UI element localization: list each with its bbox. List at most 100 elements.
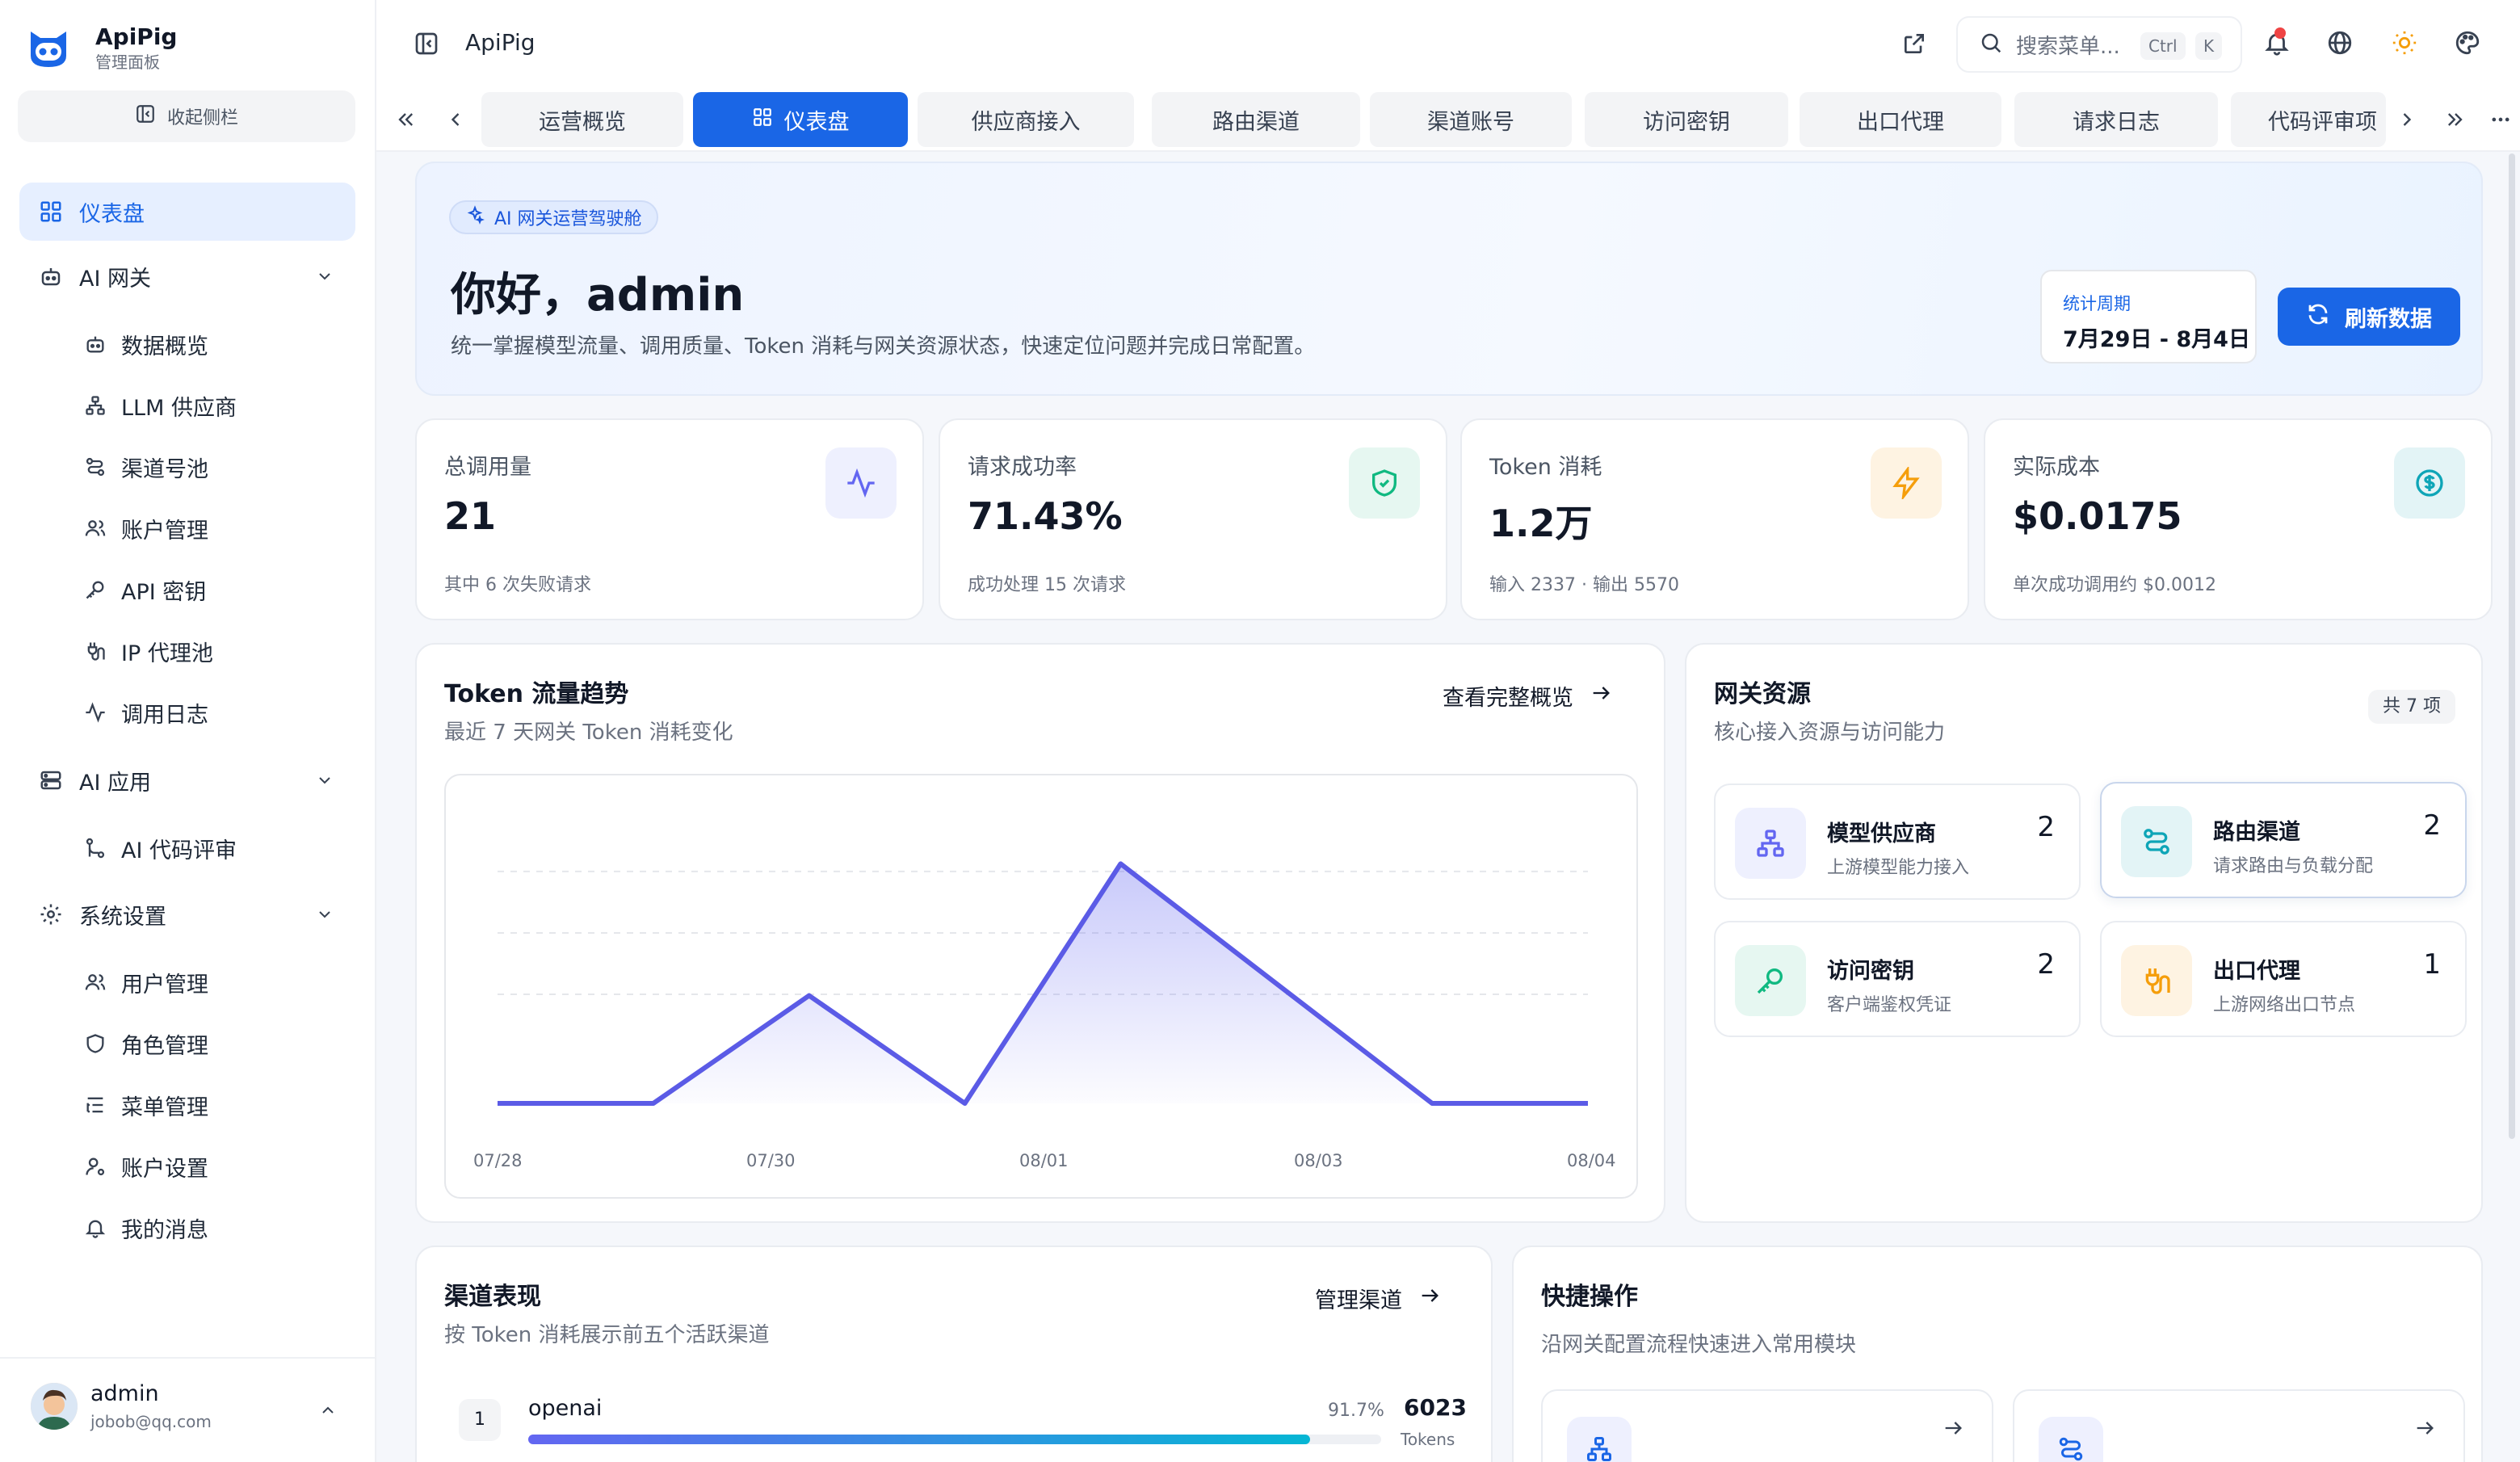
tabs-next-icon[interactable]	[2396, 108, 2418, 137]
sidebar: ApiPig 管理面板 收起侧栏 仪表盘 AI 网关 数据概览 LLM 供应商 …	[0, 0, 376, 1462]
sidebar-item-label: AI 代码评审	[121, 838, 237, 863]
refresh-icon	[2306, 302, 2330, 332]
tab-label: 渠道账号	[1427, 109, 1514, 135]
sidebar-item-account-settings[interactable]: 账户设置	[66, 1137, 355, 1195]
resource-name: 访问密钥	[1827, 959, 1914, 984]
token-trend-card: Token 流量趋势 最近 7 天网关 Token 消耗变化 查看完整概览 07…	[415, 643, 1665, 1223]
resource-desc: 客户端鉴权凭证	[1827, 995, 1952, 1015]
sidebar-item-role-management[interactable]: 角色管理	[66, 1015, 355, 1073]
table-row[interactable]: 1 openai 91.7% 6023 Tokens	[417, 1393, 1494, 1462]
tab-channel-accounts[interactable]: 渠道账号	[1370, 92, 1572, 147]
tab-provider-access[interactable]: 供应商接入	[918, 92, 1134, 147]
resource-access-keys[interactable]: 访问密钥 客户端鉴权凭证 2	[1714, 921, 2081, 1037]
stat-card-token-usage: Token 消耗 1.2万 输入 2337 · 输出 5570	[1460, 418, 1969, 620]
stat-value: 71.43%	[968, 494, 1123, 538]
collapse-sidebar-button[interactable]: 收起侧栏	[18, 90, 355, 142]
sidebar-item-my-messages[interactable]: 我的消息	[66, 1199, 355, 1257]
chart-x-tick-label: 07/28	[473, 1151, 523, 1170]
stat-card-success-rate: 请求成功率 71.43% 成功处理 15 次请求	[939, 418, 1447, 620]
tab-label: 运营概览	[539, 109, 626, 135]
sidebar-item-call-logs[interactable]: 调用日志	[66, 683, 355, 742]
resource-desc: 上游模型能力接入	[1827, 858, 1970, 878]
sidebar-group-ai-gateway[interactable]: AI 网关	[19, 247, 355, 305]
channel-tokens-unit: Tokens	[1401, 1430, 1455, 1449]
card-subtitle: 沿网关配置流程快速进入常用模块	[1541, 1333, 1857, 1357]
welcome-banner: AI 网关运营驾驶舱 你好，admin 统一掌握模型流量、调用质量、Token …	[415, 162, 2483, 396]
sidebar-item-label: 系统设置	[79, 904, 166, 930]
sidebar-item-label: 角色管理	[121, 1033, 208, 1059]
tabs-last-icon[interactable]	[2444, 108, 2467, 137]
tab-label: 代码评审项	[2268, 109, 2377, 135]
globe-icon[interactable]	[2326, 29, 2354, 60]
palette-icon[interactable]	[2454, 29, 2481, 60]
stat-sub: 其中 6 次失败请求	[444, 575, 591, 595]
chart-x-tick-label: 07/30	[746, 1151, 796, 1170]
user-profile[interactable]: admin jobob@qq.com	[0, 1357, 376, 1462]
sidebar-item-dashboard[interactable]: 仪表盘	[19, 183, 355, 241]
resource-routing-channels[interactable]: 路由渠道 请求路由与负载分配 2	[2100, 782, 2467, 898]
network-icon	[82, 393, 108, 418]
sun-icon[interactable]	[2391, 29, 2418, 60]
collapse-sidebar-label: 收起侧栏	[166, 108, 238, 128]
sidebar-item-llm-provider[interactable]: LLM 供应商	[66, 376, 355, 435]
tab-label: 请求日志	[2073, 109, 2160, 135]
cockpit-badge: AI 网关运营驾驶舱	[449, 200, 658, 234]
brand-subtitle: 管理面板	[95, 53, 160, 72]
external-link-icon[interactable]	[1901, 31, 1927, 60]
shortcut-ctrl: Ctrl	[2140, 32, 2186, 60]
bell-icon	[82, 1215, 108, 1241]
sidebar-item-ip-proxy-pool[interactable]: IP 代理池	[66, 622, 355, 680]
resource-model-providers[interactable]: 模型供应商 上游模型能力接入 2	[1714, 784, 2081, 900]
tab-routing-channels[interactable]: 路由渠道	[1152, 92, 1360, 147]
sidebar-item-channel-pool[interactable]: 渠道号池	[66, 438, 355, 496]
card-title: 网关资源	[1714, 680, 1811, 708]
page-scrollbar[interactable]	[2509, 153, 2515, 1139]
activity-icon	[82, 699, 108, 725]
chevron-down-icon	[315, 771, 334, 796]
resource-count: 2	[2037, 811, 2055, 843]
stat-label: 总调用量	[444, 455, 531, 480]
tab-request-logs[interactable]: 请求日志	[2014, 92, 2218, 147]
period-value: 7月29日 - 8月4日	[2063, 327, 2250, 352]
resource-egress-proxies[interactable]: 出口代理 上游网络出口节点 1	[2100, 921, 2467, 1037]
manage-channels-link[interactable]: 管理渠道	[1315, 1283, 1441, 1314]
search-icon	[1979, 31, 2003, 58]
refresh-data-button[interactable]: 刷新数据	[2278, 288, 2460, 346]
sidebar-item-user-management[interactable]: 用户管理	[66, 953, 355, 1011]
sidebar-item-menu-management[interactable]: 菜单管理	[66, 1076, 355, 1134]
card-subtitle: 核心接入资源与访问能力	[1714, 720, 1946, 745]
period-selector[interactable]: 统计周期 7月29日 - 8月4日	[2040, 270, 2257, 363]
tab-dashboard[interactable]: 仪表盘	[693, 92, 908, 147]
chart-x-tick-label: 08/03	[1294, 1151, 1343, 1170]
more-options-icon[interactable]	[2489, 108, 2512, 137]
sidebar-item-data-overview[interactable]: 数据概览	[66, 315, 355, 373]
activity-icon	[825, 447, 897, 519]
tabs-prev-icon[interactable]	[444, 108, 467, 137]
apipig-logo-icon	[24, 23, 73, 72]
stat-label: 实际成本	[2013, 455, 2100, 480]
sidebar-group-system-settings[interactable]: 系统设置	[19, 885, 355, 943]
tab-operations-overview[interactable]: 运营概览	[481, 92, 683, 147]
sidebar-item-api-keys[interactable]: API 密钥	[66, 561, 355, 619]
tab-access-keys[interactable]: 访问密钥	[1585, 92, 1788, 147]
sidebar-item-account-management[interactable]: 账户管理	[66, 499, 355, 557]
card-subtitle: 最近 7 天网关 Token 消耗变化	[444, 720, 733, 745]
sidebar-item-ai-code-review[interactable]: AI 代码评审	[66, 819, 355, 877]
brand[interactable]: ApiPig 管理面板	[24, 23, 177, 73]
tab-code-review[interactable]: 代码评审项	[2231, 92, 2386, 147]
shortcut-k: K	[2195, 32, 2223, 60]
sidebar-item-label: 账户管理	[121, 518, 208, 544]
tab-egress-proxy[interactable]: 出口代理	[1800, 92, 2001, 147]
card-title: 渠道表现	[444, 1283, 541, 1311]
view-full-overview-link[interactable]: 查看完整概览	[1443, 680, 1612, 712]
sidebar-toggle-icon[interactable]	[414, 31, 439, 60]
search-placeholder: 搜索菜单...	[2016, 34, 2120, 59]
quick-action-providers[interactable]	[1541, 1389, 1993, 1462]
quick-action-channels[interactable]	[2013, 1389, 2465, 1462]
tabs-first-icon[interactable]	[394, 108, 417, 137]
users-icon	[82, 969, 108, 995]
chevron-up-icon	[318, 1401, 338, 1423]
search-input[interactable]: 搜索菜单... Ctrl K	[1956, 16, 2242, 73]
brand-name: ApiPig	[95, 23, 178, 50]
sidebar-group-ai-apps[interactable]: AI 应用	[19, 751, 355, 809]
